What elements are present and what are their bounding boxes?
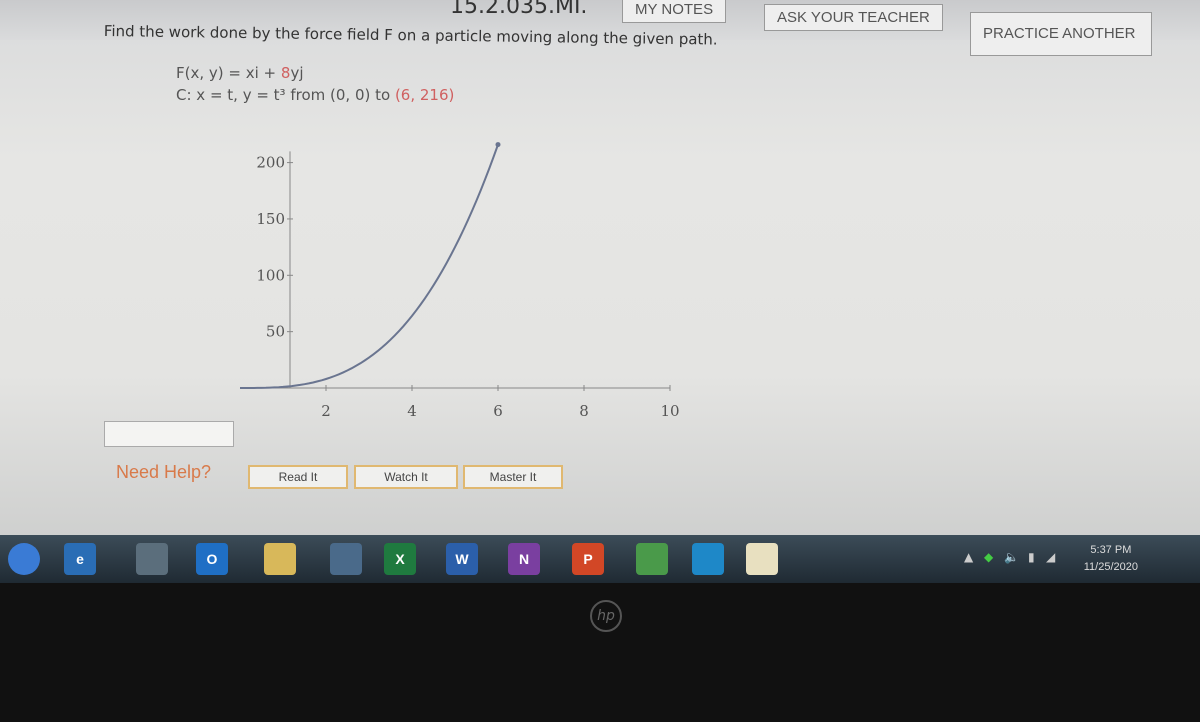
battery-icon[interactable]: ▮ (1028, 550, 1035, 564)
field-suffix: yj (290, 64, 304, 82)
clock-date: 11/25/2020 (1083, 561, 1138, 573)
x-tick-label: 2 (321, 402, 331, 420)
edge-icon[interactable] (692, 543, 724, 575)
force-field-equation: F(x, y) = xi + 8yj (176, 64, 303, 82)
x-tick-label: 10 (660, 402, 679, 420)
app-icon[interactable] (330, 543, 362, 575)
question-id: 15.2.035.MI. (450, 0, 588, 19)
x-tick-label: 4 (407, 402, 417, 420)
y-tick-label: 100 (256, 266, 285, 284)
volume-icon[interactable]: 🔈 (1004, 550, 1019, 564)
system-clock[interactable]: 5:37 PM 11/25/2020 (1084, 542, 1138, 576)
word-icon[interactable]: W (446, 543, 478, 575)
my-notes-button[interactable]: MY NOTES (622, 0, 727, 23)
taskbar: ▲ ◆ 🔈 ▮ ◢ 5:37 PM 11/25/2020 e O XWNP (0, 535, 1200, 583)
watch-it-button[interactable]: Watch It (354, 465, 458, 489)
path-endpoint: (6, 216) (394, 86, 455, 104)
path-plot: 2 4 6 8 10 50 100 150 200 (240, 142, 680, 420)
file-explorer-icon[interactable] (264, 543, 296, 575)
master-it-button[interactable]: Master It (463, 465, 563, 489)
x-tick-label: 6 (493, 402, 503, 420)
path-prefix: C: x = t, y = t³ from (0, 0) to (176, 86, 395, 104)
x-tick-label: 8 (579, 402, 589, 420)
y-tick-label: 200 (256, 154, 285, 172)
chrome-icon[interactable] (636, 543, 668, 575)
path-equation: C: x = t, y = t³ from (0, 0) to (6, 216) (176, 86, 454, 104)
answer-input[interactable] (104, 421, 234, 447)
read-it-button[interactable]: Read It (248, 465, 348, 489)
show-hidden-icons-icon[interactable]: ▲ (964, 550, 973, 564)
start-icon[interactable] (8, 543, 40, 575)
outlook-icon[interactable]: O (196, 543, 228, 575)
file-icon[interactable] (136, 543, 168, 575)
clock-time: 5:37 PM (1090, 544, 1132, 556)
onenote-icon[interactable]: N (508, 543, 540, 575)
curve-endpoint (495, 142, 501, 148)
signal-icon[interactable]: ◢ (1046, 550, 1055, 564)
ask-teacher-button[interactable]: ASK YOUR TEACHER (764, 4, 943, 31)
y-tick-label: 150 (256, 210, 285, 228)
y-tick-label: 50 (266, 323, 285, 341)
practice-another-button[interactable]: PRACTICE ANOTHER (970, 12, 1152, 56)
internet-explorer-icon[interactable]: e (64, 543, 96, 575)
field-coefficient: 8 (280, 64, 291, 82)
hp-logo: hp (590, 600, 622, 632)
excel-icon[interactable]: X (384, 543, 416, 575)
network-app-icon[interactable]: ◆ (984, 550, 993, 564)
need-help-label: Need Help? (116, 462, 212, 482)
powerpoint-icon[interactable]: P (572, 543, 604, 575)
browser-screen: 15.2.035.MI. MY NOTES ASK YOUR TEACHER P… (0, 0, 1200, 535)
notes-icon[interactable] (746, 543, 778, 575)
field-prefix: F(x, y) = xi + (176, 64, 281, 82)
